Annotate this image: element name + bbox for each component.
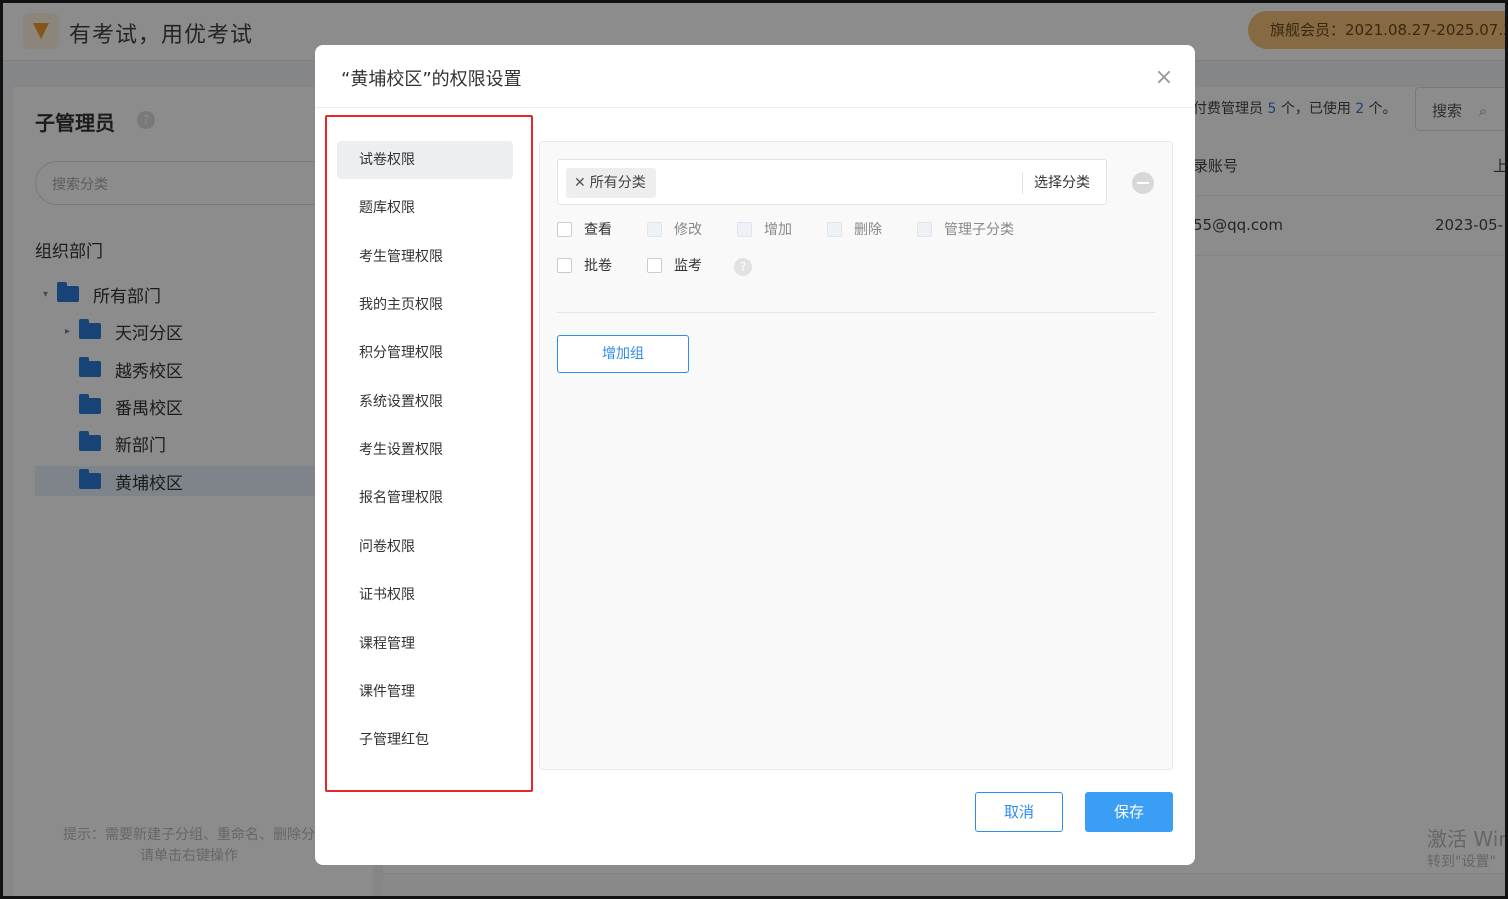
remove-group-icon[interactable] [1132,172,1154,194]
checkbox-box[interactable] [557,221,572,237]
checkbox-label: 增加 [764,222,792,238]
checkbox-label: 管理子分类 [944,222,1014,238]
checkbox-view[interactable]: 查看 [557,219,612,239]
checkbox-label: 修改 [674,222,702,238]
modal-header-divider [315,107,1195,108]
permission-settings-modal: “黄埔校区”的权限设置 × 试卷权限 题库权限 考生管理权限 我的主页权限 积分… [315,45,1195,865]
checkbox-grade[interactable]: 批卷 [557,255,612,275]
modal-title: “黄埔校区”的权限设置 [341,69,522,90]
category-separator [1022,172,1023,194]
nav-item-points-permission[interactable]: 积分管理权限 [337,334,513,372]
nav-item-exam-permission[interactable]: 试卷权限 [337,141,513,179]
category-selector: ✕ 所有分类 选择分类 [557,159,1107,205]
nav-item-examinee-management-permission[interactable]: 考生管理权限 [337,238,513,276]
nav-item-course-management[interactable]: 课程管理 [337,625,513,663]
checkbox-label: 批卷 [584,258,612,274]
category-tag-label: 所有分类 [589,175,646,191]
checkbox-box[interactable] [647,257,662,273]
window-frame: 有考试，用优考试 旗舰会员：2021.08.27-2025.07.3 子管理员 … [0,0,1508,899]
checkbox-proctor[interactable]: 监考 [647,255,702,275]
category-tag: ✕ 所有分类 [566,168,656,198]
remove-tag-icon[interactable]: ✕ [574,168,586,198]
nav-item-question-bank-permission[interactable]: 题库权限 [337,189,513,227]
checkbox-box[interactable] [917,221,932,237]
save-button[interactable]: 保存 [1085,792,1173,832]
close-icon[interactable]: × [1153,67,1175,89]
choose-category-button[interactable]: 选择分类 [1034,172,1090,192]
nav-item-sub-admin-redpacket[interactable]: 子管理红包 [337,721,513,759]
checkbox-label: 监考 [674,258,702,274]
add-group-button[interactable]: 增加组 [557,335,689,373]
nav-item-homepage-permission[interactable]: 我的主页权限 [337,286,513,324]
checkbox-label: 查看 [584,222,612,238]
nav-item-system-settings-permission[interactable]: 系统设置权限 [337,383,513,421]
checkbox-box[interactable] [647,221,662,237]
nav-item-certificate-permission[interactable]: 证书权限 [337,576,513,614]
checkbox-edit[interactable]: 修改 [647,219,702,239]
permission-nav: 试卷权限 题库权限 考生管理权限 我的主页权限 积分管理权限 系统设置权限 考生… [325,115,533,792]
checkbox-manage-subcategory[interactable]: 管理子分类 [917,219,1014,239]
cancel-button[interactable]: 取消 [975,792,1063,832]
checkbox-box[interactable] [737,221,752,237]
content-divider [557,312,1155,313]
nav-item-courseware-management[interactable]: 课件管理 [337,673,513,711]
nav-item-survey-permission[interactable]: 问卷权限 [337,528,513,566]
nav-item-examinee-settings-permission[interactable]: 考生设置权限 [337,431,513,469]
checkbox-label: 删除 [854,222,882,238]
checkbox-add[interactable]: 增加 [737,219,792,239]
permission-content-panel: ✕ 所有分类 选择分类 查看 修改 增加 删除 管理子分类 批卷 监考 ? 增加… [539,141,1173,770]
checkbox-box[interactable] [557,257,572,273]
checkbox-box[interactable] [827,221,842,237]
checkbox-delete[interactable]: 删除 [827,219,882,239]
nav-item-registration-permission[interactable]: 报名管理权限 [337,479,513,517]
question-help-icon[interactable]: ? [734,258,752,276]
